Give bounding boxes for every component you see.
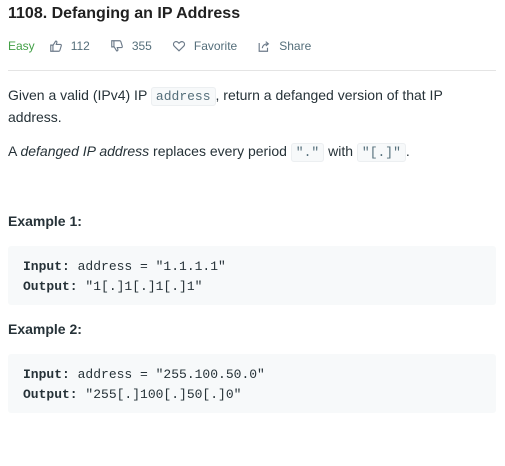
example-2-output-row: Output: "255[.]100[.]50[.]0" [23,385,481,405]
input-label: Input: [23,259,70,274]
example-1-output-row: Output: "1[.]1[.]1[.]1" [23,277,481,297]
heart-icon [172,41,185,52]
description-text: replaces every period [149,143,291,159]
inline-code-address: address [150,87,216,106]
description-text: . [405,143,410,159]
problem-title: 1108. Defanging an IP Address [8,5,241,22]
thumbs-down-icon [111,40,123,52]
description-text: with [324,143,357,159]
output-label: Output: [23,387,78,402]
description-text: A [8,143,21,159]
description-text: Given a valid (IPv4) IP [8,87,151,103]
input-value: address = "1.1.1.1" [69,259,226,274]
example-1-input-row: Input: address = "1.1.1.1" [23,257,481,277]
output-label: Output: [23,279,78,294]
input-label: Input: [23,367,70,382]
inline-code-bracketed-period: "[.]" [356,143,406,162]
header-divider [8,70,496,71]
favorite-button[interactable]: Favorite [172,39,237,53]
example-1-title: Example 1: [8,213,82,229]
dislike-button[interactable]: 355 [110,39,152,53]
example-2-input-row: Input: address = "255.100.50.0" [23,365,481,385]
example-1-code-block: Input: address = "1.1.1.1" Output: "1[.]… [8,246,496,305]
inline-code-period: "." [290,143,325,162]
example-2-code-block: Input: address = "255.100.50.0" Output: … [8,354,496,413]
description-paragraph-1: Given a valid (IPv4) IP address, return … [8,85,478,128]
share-label: Share [279,39,312,53]
output-value: "255[.]100[.]50[.]0" [77,387,242,402]
example-2-title: Example 2: [8,321,82,337]
dislike-count: 355 [131,39,152,53]
favorite-label: Favorite [193,39,238,53]
output-value: "1[.]1[.]1[.]1" [77,279,203,294]
input-value: address = "255.100.50.0" [69,367,265,382]
problem-meta-bar: Easy 112 355 Favorite Share [8,38,331,54]
thumbs-up-icon [49,40,62,52]
share-icon [258,41,270,52]
like-button[interactable]: 112 [49,39,90,53]
share-button[interactable]: Share [257,39,311,53]
emphasis-defanged-ip: defanged IP address [20,143,150,159]
description-paragraph-2: A defanged IP address replaces every per… [8,141,478,163]
difficulty-badge: Easy [8,39,35,53]
like-count: 112 [70,39,90,53]
